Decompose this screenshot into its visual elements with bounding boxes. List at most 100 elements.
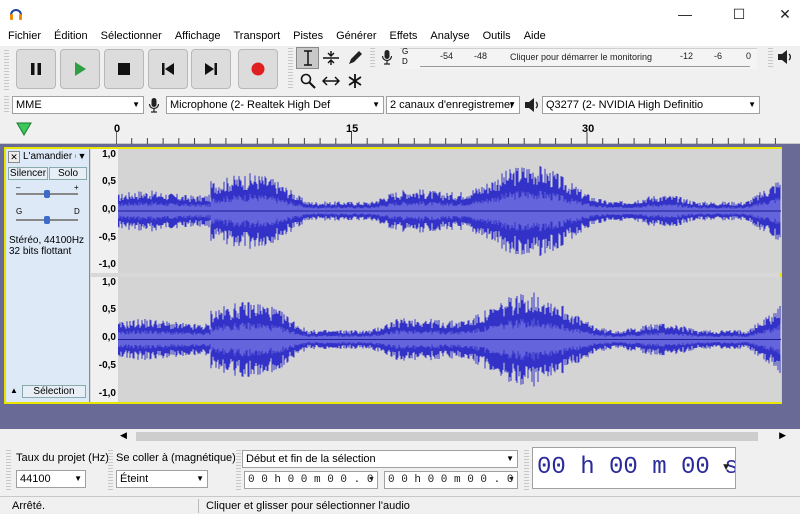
menu-tracks[interactable]: Pistes <box>285 28 328 46</box>
scale-label: 0,0 <box>102 204 116 215</box>
scale-label: 0,0 <box>102 332 116 343</box>
pause-button[interactable] <box>16 49 56 89</box>
track-menu-dropdown-icon[interactable]: ▼ <box>76 151 88 165</box>
meter-channel-right: D <box>402 57 408 66</box>
menu-analyze[interactable]: Analyse <box>422 28 474 46</box>
range-grip[interactable] <box>236 450 241 490</box>
track-name[interactable]: L'amandier ( <box>20 151 76 165</box>
multi-tool[interactable] <box>343 70 366 92</box>
toolbar-grip[interactable] <box>4 50 9 90</box>
recording-channels-select[interactable]: 2 canaux d'enregistremer ▼ <box>386 96 520 114</box>
mixer-grip[interactable] <box>768 48 773 68</box>
collapse-track-icon[interactable]: ▲ <box>8 385 20 397</box>
scale-label: -1,0 <box>98 259 116 270</box>
chevron-down-icon: ▼ <box>508 476 515 483</box>
menu-transport[interactable]: Transport <box>225 28 285 46</box>
status-bar: Arrêté. Cliquer et glisser pour sélectio… <box>0 496 800 514</box>
chevron-down-icon: ▼ <box>74 474 82 483</box>
menu-tools[interactable]: Outils <box>475 28 516 46</box>
horizontal-scrollbar[interactable]: ◀ ▶ <box>116 430 786 444</box>
playback-device-select[interactable]: Q3277 (2- NVIDIA High Definitio ▼ <box>542 96 760 114</box>
selection-end-value: 0 0 h 0 0 m 0 0 . 0 0 0 s <box>388 474 517 486</box>
pan-left-label: G <box>16 207 23 216</box>
menu-file[interactable]: Fichier <box>0 28 46 46</box>
select-track-button[interactable]: Sélection <box>22 385 86 398</box>
meter-tick: -12 <box>680 51 694 61</box>
gain-slider-handle[interactable] <box>44 190 50 198</box>
playback-volume-button[interactable] <box>774 48 796 66</box>
double-arrow-icon <box>321 76 340 86</box>
chevron-down-icon: ▼ <box>132 100 140 109</box>
pause-icon <box>31 63 41 75</box>
project-rate-select[interactable]: 44100 ▼ <box>16 470 86 488</box>
tools-grip[interactable] <box>288 48 293 90</box>
meter-monitoring-label[interactable]: Cliquer pour démarrer le monitoring <box>510 52 652 62</box>
scroll-left-icon[interactable]: ◀ <box>120 430 127 441</box>
menu-generate[interactable]: Générer <box>328 28 381 46</box>
stop-button[interactable] <box>104 49 144 89</box>
device-toolbar: MME ▼ Microphone (2- Realtek High Def ▼ 2 … <box>0 94 800 116</box>
meter-tick: -48 <box>474 51 488 61</box>
audio-track[interactable]: ✕ L'amandier ( ▼ Silencer Solo – + G D S… <box>4 147 782 404</box>
envelope-tool[interactable] <box>319 47 342 69</box>
chevron-down-icon: ▼ <box>372 100 380 109</box>
track-area[interactable]: ✕ L'amandier ( ▼ Silencer Solo – + G D S… <box>0 144 800 429</box>
selection-mode-select[interactable]: Début et fin de la sélection ▼ <box>242 450 518 468</box>
timeline-ruler[interactable]: 0 15 30 <box>0 116 800 144</box>
audio-host-value: MME <box>16 99 42 111</box>
asterisk-icon <box>348 74 361 88</box>
skip-to-end-button[interactable] <box>191 49 231 89</box>
selection-tool[interactable] <box>296 47 319 69</box>
scale-label: -0,5 <box>98 232 116 243</box>
selection-grip[interactable] <box>6 450 11 490</box>
audio-position-time[interactable]: 00 h 00 m 00 s ▼ <box>532 447 736 489</box>
scale-label: 0,5 <box>102 304 116 315</box>
scale-label: 1,0 <box>102 149 116 160</box>
time-grip[interactable] <box>524 450 529 490</box>
waveform-right-channel[interactable] <box>118 277 781 402</box>
record-meter-button[interactable] <box>376 48 398 66</box>
record-button[interactable] <box>238 49 278 89</box>
meter-tick: 0 <box>746 51 752 61</box>
scroll-right-icon[interactable]: ▶ <box>779 430 786 441</box>
waveform-left-channel[interactable] <box>118 149 781 273</box>
scrollbar-thumb[interactable] <box>136 432 758 441</box>
pan-right-label: D <box>74 207 80 216</box>
menu-select[interactable]: Sélectionner <box>93 28 167 46</box>
menu-edit[interactable]: Édition <box>46 28 93 46</box>
pan-slider-handle[interactable] <box>44 216 50 224</box>
snap-select[interactable]: Éteint ▼ <box>116 470 208 488</box>
amplitude-scale-top[interactable]: 1,0 0,5 0,0 -0,5 -1,0 <box>91 149 118 273</box>
recording-device-select[interactable]: Microphone (2- Realtek High Def ▼ <box>166 96 384 114</box>
close-window-button[interactable]: ✕ <box>762 0 800 28</box>
selection-start-time[interactable]: 0 0 h 0 0 m 0 0 . 0 0 0 s▼ <box>244 471 378 489</box>
maximize-button[interactable]: ☐ <box>716 0 762 28</box>
menu-view[interactable]: Affichage <box>167 28 226 46</box>
time-shift-tool[interactable] <box>319 70 342 92</box>
snap-grip[interactable] <box>108 450 113 490</box>
amplitude-scale-bottom[interactable]: 1,0 0,5 0,0 -0,5 -1,0 <box>91 277 118 402</box>
menu-help[interactable]: Aide <box>516 28 551 46</box>
solo-button[interactable]: Solo <box>49 167 87 180</box>
zoom-tool[interactable] <box>296 70 319 92</box>
project-rate-value: 44100 <box>20 473 51 485</box>
mute-button[interactable]: Silencer <box>8 167 48 180</box>
meter-channels: G D <box>402 47 408 67</box>
play-at-speed-icon[interactable] <box>16 122 32 139</box>
track-close-button[interactable]: ✕ <box>8 151 20 163</box>
meter-grip[interactable] <box>370 48 375 68</box>
track-control-panel[interactable]: ✕ L'amandier ( ▼ Silencer Solo – + G D S… <box>6 149 90 402</box>
selection-end-time[interactable]: 0 0 h 0 0 m 0 0 . 0 0 0 s▼ <box>384 471 518 489</box>
device-grip[interactable] <box>4 96 9 114</box>
play-button[interactable] <box>60 49 100 89</box>
draw-tool[interactable] <box>343 47 366 69</box>
skip-to-start-button[interactable] <box>148 49 188 89</box>
menu-effects[interactable]: Effets <box>381 28 422 46</box>
meter-channel-left: G <box>402 47 409 56</box>
selection-start-value: 0 0 h 0 0 m 0 0 . 0 0 0 s <box>248 474 377 486</box>
output-speaker-icon <box>524 97 540 116</box>
skip-to-start-icon <box>162 63 174 75</box>
selection-mode-value: Début et fin de la sélection <box>246 453 376 465</box>
minimize-button[interactable]: — <box>662 0 708 28</box>
audio-host-select[interactable]: MME ▼ <box>12 96 144 114</box>
